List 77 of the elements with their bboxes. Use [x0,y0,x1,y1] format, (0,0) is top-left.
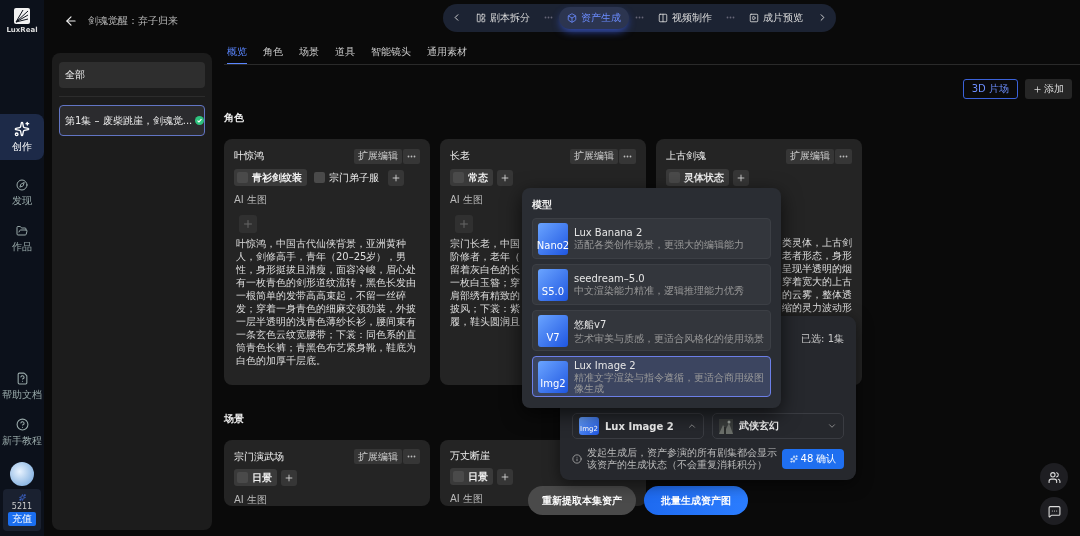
variant-tag[interactable]: 日景 [234,469,277,486]
section-title: 场景 [224,412,244,426]
asset-tab[interactable]: 道具 [335,45,355,64]
description-line: 阶修者，老年（ [450,250,520,263]
ai-image-label: AI 生图 [450,492,483,506]
expand-edit-button[interactable]: 扩展编辑 [354,148,402,164]
ai-image-label: AI 生图 [450,193,483,207]
description-line: 呈现半透明的烟 [782,262,852,275]
model-logo: V7 [538,314,568,347]
selected-count: 已选: 1集 [801,332,844,346]
description-line: 履，鞋头圆润且 [450,315,520,328]
model-name: Lux Banana 2 [574,227,643,238]
3d-stage-button[interactable]: 3D 片场 [962,79,1018,99]
description-line: 披风；下裳：紫 [450,302,520,315]
model-description: 适配各类创作场景，更强大的编辑能力 [574,239,744,250]
rail-nav-item[interactable]: 作品 [0,216,44,262]
re-extract-button[interactable]: 重新提取本集资产 [528,486,636,515]
confirm-button[interactable]: 48 确认 [782,449,844,469]
variant-tag[interactable]: 青衫剑纹装 [234,169,307,186]
expand-edit-button[interactable]: 扩展编辑 [786,148,834,164]
workflow-step[interactable]: 成片预览 [741,6,811,29]
card-title: 万丈断崖 [450,449,490,463]
expand-edit-button[interactable]: 扩展编辑 [570,148,618,164]
section-title: 角色 [224,111,244,125]
project-title: 剑魂觉醒：弃子归来 [88,14,178,28]
model-option[interactable]: V7 悠船v7 艺术审美与质感，更适合风格化的使用场景 [532,310,771,351]
ai-image-label: AI 生图 [234,493,267,506]
model-logo: S5.0 [538,268,568,301]
generation-note: 发起生成后，资产参演的所有剧集都会显示该资产的生成状态（不会重复消耗积分） [587,447,777,471]
ai-image-label: AI 生图 [234,193,267,207]
variant-tag[interactable]: 常态 [450,169,493,186]
variant-tag[interactable]: 灵体状态 [666,169,729,186]
model-logo: Img2 [538,360,568,393]
model-description: 中文渲染能力精准，逻辑推理能力优秀 [574,285,744,296]
card-title: 长老 [450,149,470,163]
variant-tag[interactable]: 宗门弟子服 [311,169,384,186]
description-line: 缩的灵力波动形 [782,301,852,314]
model-description: 艺术审美与质感，更适合风格化的使用场景 [574,332,764,344]
batch-generate-button[interactable]: 批量生成资产图 [644,486,748,515]
description-line: 肩部绣有精致的 [450,289,520,302]
style-select[interactable]: 武侠玄幻 [712,413,844,439]
episode-item[interactable]: 全部 [59,62,205,88]
rail-nav-item[interactable]: 创作 [0,114,44,160]
rail-nav-item[interactable]: 发现 [0,170,44,216]
asset-tab[interactable]: 智能镜头 [371,45,411,64]
description-line: 穿着宽大的上古 [782,275,852,288]
rail-link[interactable]: 新手教程 [0,410,44,456]
description-line: 类灵体，上古剑 [782,236,852,249]
asset-tab[interactable]: 通用素材 [427,45,467,64]
description-line: 宗门长老，中国 [450,237,520,250]
asset-tab[interactable]: 角色 [263,45,283,64]
card-description: 叶惊鸿，中国古代仙侠背景，亚洲黄种人，剑修高手，青年（20–25岁），男性，身形挺拔且清瘦，面容冷峻，眉心处有一枚青色的剑形道纹流转，黑色长发由一根简单的发带高高束起，不留一丝碎发；穿着一身青色的细麻交领劲装，外披一层半透明的浅青色薄纱长衫，腰间束有一条玄色云纹宽腰带；下裳：同色系的直筒青色长裤；青黑色布艺紧身靴，鞋底为白色的加厚千层底。 [235,237,417,367]
card-title: 叶惊鸿 [234,149,264,163]
model-name: 悠船v7 [574,317,607,332]
recharge-button[interactable]: 充值 [8,512,36,526]
description-line: 的云雾，整体透 [782,288,852,301]
workflow-step[interactable]: 剧本拆分 [468,6,538,29]
workflow-step[interactable]: 资产生成 [559,6,629,29]
card-title: 上古剑魂 [666,149,706,163]
description-line: 一枚白玉簪；穿 [450,276,520,289]
add-button[interactable]: 添加 [1025,79,1072,99]
asset-tab[interactable]: 场景 [299,45,319,64]
credit-count: 5211 [11,502,33,511]
description-line: 老者形态，身形 [782,249,852,262]
model-option[interactable]: S5.0 seedream–5.0 中文渲染能力精准，逻辑推理能力优秀 [532,264,771,305]
model-description: 精准文字渲染与指令遵循，更适合商用级图像生成 [574,371,765,394]
expand-edit-button[interactable]: 扩展编辑 [354,449,402,464]
card-title: 宗门演武场 [234,449,284,464]
dropdown-title: 模型 [532,198,552,212]
episode-item[interactable]: 第1集 – 废柴跳崖，剑魂觉... [59,105,205,136]
workflow-step[interactable]: 视频制作 [650,6,720,29]
description-line: 留着灰白色的长 [450,263,520,276]
rail-link[interactable]: 帮助文档 [0,364,44,410]
variant-tag[interactable]: 日景 [450,468,493,485]
asset-tab[interactable]: 概览 [227,45,247,64]
model-name: seedream–5.0 [574,273,645,284]
model-name: Lux Image 2 [574,359,636,371]
